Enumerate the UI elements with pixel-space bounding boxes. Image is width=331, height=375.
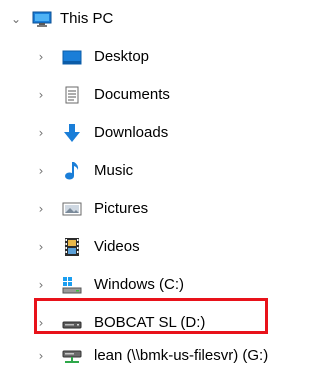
tree-item-lean-g[interactable]: › lean (\\bmk-us-filesvr) (G:) xyxy=(0,337,331,375)
tree-item-label: Desktop xyxy=(94,48,150,65)
chevron-right-icon[interactable]: › xyxy=(35,278,47,292)
network-drive-icon xyxy=(62,347,82,365)
monitor-icon xyxy=(32,10,52,28)
chevron-right-icon[interactable]: › xyxy=(35,126,47,140)
tree-item-videos[interactable]: › Videos xyxy=(0,228,331,266)
chevron-right-icon[interactable]: › xyxy=(35,240,47,254)
chevron-down-icon[interactable]: ⌄ xyxy=(10,12,22,26)
tree-item-label: lean (\\bmk-us-filesvr) (G:) xyxy=(94,347,269,364)
windows-drive-icon xyxy=(62,276,82,294)
film-strip-icon xyxy=(62,238,82,256)
tree-item-music[interactable]: › Music xyxy=(0,152,331,190)
music-note-icon xyxy=(62,162,82,180)
tree-item-documents[interactable]: › Documents xyxy=(0,76,331,114)
chevron-right-icon[interactable]: › xyxy=(35,202,47,216)
navigation-tree: ⌄ This PC › Desktop › Documents › Downlo… xyxy=(0,0,331,375)
pictures-icon xyxy=(62,200,82,218)
tree-item-this-pc[interactable]: ⌄ This PC xyxy=(0,0,331,38)
tree-item-label: Music xyxy=(94,162,134,179)
tree-item-label: Downloads xyxy=(94,124,169,141)
tree-item-pictures[interactable]: › Pictures xyxy=(0,190,331,228)
tree-item-downloads[interactable]: › Downloads xyxy=(0,114,331,152)
download-arrow-icon xyxy=(62,124,82,142)
highlight-box xyxy=(34,298,268,334)
tree-item-label: Pictures xyxy=(94,200,149,217)
chevron-right-icon[interactable]: › xyxy=(35,50,47,64)
chevron-right-icon[interactable]: › xyxy=(35,88,47,102)
tree-item-desktop[interactable]: › Desktop xyxy=(0,38,331,76)
tree-item-label: Windows (C:) xyxy=(94,276,185,293)
chevron-right-icon[interactable]: › xyxy=(35,164,47,178)
documents-icon xyxy=(62,86,82,104)
chevron-right-icon[interactable]: › xyxy=(35,349,47,363)
desktop-folder-icon xyxy=(62,48,82,66)
tree-item-label: Documents xyxy=(94,86,170,103)
tree-item-label: Videos xyxy=(94,238,140,255)
tree-item-label: This PC xyxy=(60,10,114,27)
